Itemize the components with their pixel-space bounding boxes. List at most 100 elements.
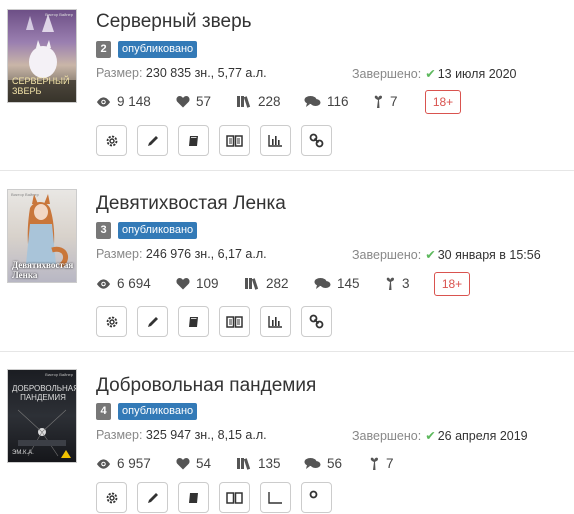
comments-stat: 145	[314, 276, 360, 291]
edit-button[interactable]	[137, 125, 168, 156]
comments-icon	[304, 458, 321, 469]
book-icon	[188, 492, 198, 503]
heart-icon	[176, 278, 190, 290]
completed-label: Завершено:	[352, 67, 422, 81]
size-label: Размер:	[96, 428, 143, 442]
views-stat: 9 148	[96, 94, 151, 109]
cover-title: Девятихвостая Ленка	[12, 260, 74, 280]
check-icon: ✔	[425, 248, 436, 262]
comments-stat: 56	[304, 456, 342, 471]
chart-icon	[268, 492, 282, 504]
link-button[interactable]	[301, 306, 332, 337]
completed-label: Завершено:	[352, 248, 422, 262]
open-book-icon	[226, 492, 243, 504]
check-icon: ✔	[425, 429, 436, 443]
link-button[interactable]	[301, 482, 332, 513]
book-title[interactable]: Добровольная пандемия	[96, 375, 316, 397]
book-toolbar	[96, 482, 396, 514]
likes-stat: 109	[176, 276, 219, 291]
size-value: 325 947 зн., 8,15 а.л.	[145, 428, 267, 442]
gear-icon	[106, 492, 117, 503]
link-icon	[309, 490, 318, 499]
completed-date: 30 января в 15:56	[437, 248, 541, 262]
pencil-icon	[147, 135, 158, 146]
book-cover[interactable]: Виктор Вайнер ДОБРОВОЛЬНАЯ ПАНДЕМИЯ ЭМ.К…	[8, 370, 76, 462]
size-info: Размер: 246 976 зн., 6,17 а.л.	[96, 247, 267, 261]
likes-stat: 57	[176, 94, 211, 109]
completed-date: 13 июля 2020	[437, 67, 517, 81]
likes-stat: 54	[176, 456, 211, 471]
award-icon	[386, 277, 394, 290]
award-icon	[374, 95, 382, 108]
awards-count: 3	[402, 276, 410, 291]
read-button[interactable]	[219, 306, 250, 337]
book-button[interactable]	[178, 306, 209, 337]
book-number-badge: 2	[96, 41, 111, 58]
pencil-icon	[147, 316, 158, 327]
comments-stat: 116	[304, 94, 349, 109]
book-stats: 9 148 57 228 116 7 18+	[96, 90, 566, 114]
read-button[interactable]	[219, 125, 250, 156]
eye-icon	[96, 458, 111, 469]
gear-icon	[106, 135, 117, 146]
link-button[interactable]	[301, 125, 332, 156]
book-title[interactable]: Серверный зверь	[96, 11, 252, 33]
cover-title: СЕРВЕРНЫЙ ЗВЕРЬ	[12, 76, 70, 96]
views-count: 6 957	[117, 456, 151, 471]
settings-button[interactable]	[96, 482, 127, 513]
comments-count: 116	[327, 94, 349, 109]
views-count: 6 694	[117, 276, 151, 291]
book-title[interactable]: Девятихвостая Ленка	[96, 193, 286, 215]
stats-button[interactable]	[260, 482, 291, 513]
awards-stat: 3	[384, 276, 410, 291]
books-icon	[237, 458, 251, 470]
cover-title: ДОБРОВОЛЬНАЯ ПАНДЕМИЯ	[12, 384, 76, 402]
edit-button[interactable]	[137, 482, 168, 513]
gear-icon	[106, 316, 117, 327]
stats-button[interactable]	[260, 306, 291, 337]
size-label: Размер:	[96, 66, 143, 80]
eye-icon	[96, 278, 111, 289]
settings-button[interactable]	[96, 306, 127, 337]
book-cover[interactable]: Виктор Вайнер Девятихвостая Ленка	[8, 190, 76, 282]
eye-icon	[96, 96, 111, 107]
settings-button[interactable]	[96, 125, 127, 156]
age-rating-badge: 18+	[434, 272, 470, 296]
award-icon	[370, 457, 378, 470]
heart-icon	[176, 96, 190, 108]
size-value: 230 835 зн., 5,77 а.л.	[145, 66, 267, 80]
book-stats: 6 957 54 135 56 7	[96, 456, 566, 476]
comments-count: 145	[337, 276, 360, 291]
book-number-badge: 3	[96, 222, 111, 239]
book-number-badge: 4	[96, 403, 111, 420]
book-icon	[188, 135, 198, 146]
book-toolbar	[96, 306, 396, 338]
comments-icon	[304, 96, 321, 107]
book-cover[interactable]: Виктор Вайнер СЕРВЕРНЫЙ ЗВЕРЬ	[8, 10, 76, 102]
read-button[interactable]	[219, 482, 250, 513]
book-button[interactable]	[178, 482, 209, 513]
views-stat: 6 694	[96, 276, 151, 291]
edit-button[interactable]	[137, 306, 168, 337]
size-info: Размер: 325 947 зн., 8,15 а.л.	[96, 428, 267, 442]
cover-author: Виктор Вайнер	[11, 192, 39, 197]
open-book-icon	[226, 135, 243, 147]
cover-author: Виктор Вайнер	[45, 372, 73, 377]
cover-badge: ЭМ.К.А.	[12, 450, 34, 456]
books-icon	[245, 278, 259, 290]
check-icon: ✔	[425, 67, 436, 81]
book-button[interactable]	[178, 125, 209, 156]
cover-author: Виктор Вайнер	[45, 12, 73, 17]
size-value: 246 976 зн., 6,17 а.л.	[145, 247, 267, 261]
stats-button[interactable]	[260, 125, 291, 156]
awards-count: 7	[386, 456, 394, 471]
likes-count: 57	[196, 94, 212, 109]
open-book-icon	[226, 316, 243, 328]
comments-count: 56	[327, 456, 343, 471]
likes-count: 109	[196, 276, 219, 291]
comments-icon	[314, 278, 331, 289]
divider	[0, 351, 574, 352]
libraries-stat: 282	[244, 276, 289, 291]
awards-count: 7	[390, 94, 398, 109]
heart-icon	[176, 458, 190, 470]
